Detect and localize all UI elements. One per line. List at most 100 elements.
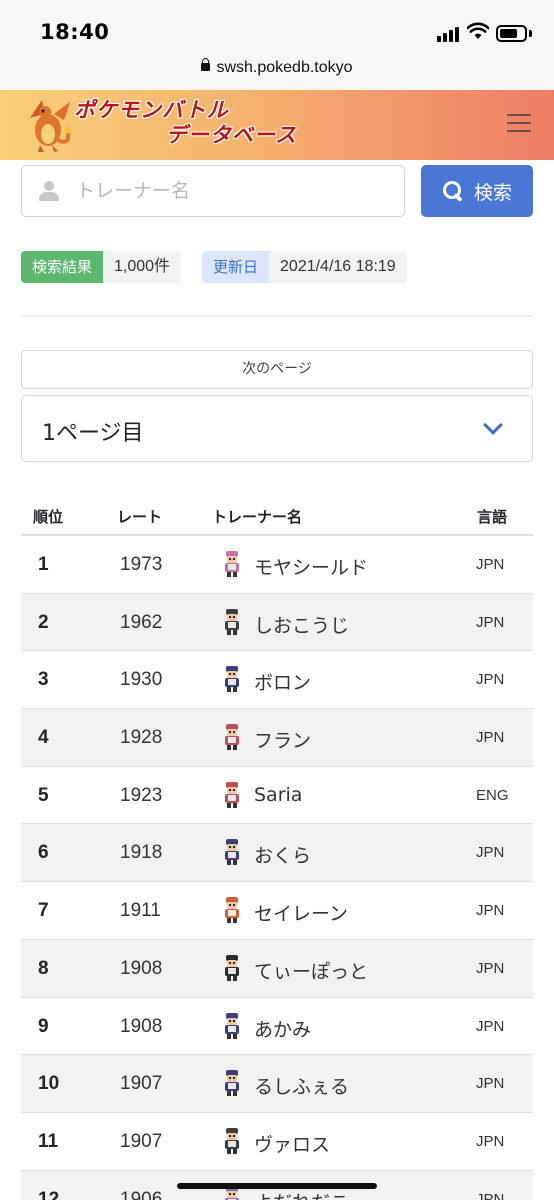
rate-cell: 1918 [120,842,163,864]
search-button[interactable]: 検索 [421,165,533,217]
rate-cell: 1911 [120,900,161,922]
trainer-name-cell[interactable]: セイレーン [254,899,348,926]
trainer-sprite-icon [225,839,239,866]
language-cell: JPN [476,729,505,747]
language-cell: JPN [476,1017,505,1035]
language-cell: JPN [476,671,505,689]
results-label: 検索結果 [21,251,104,283]
next-page-button[interactable]: 次のページ [21,350,533,389]
trainer-name-cell[interactable]: よだれだこ [254,1188,349,1200]
trainer-name-cell[interactable]: るしふぇる [254,1072,349,1099]
language-cell: JPN [476,959,505,977]
rank-cell: 2 [38,611,49,633]
trainer-sprite-icon [225,781,239,808]
rank-cell: 11 [38,1130,59,1152]
language-cell: JPN [476,844,505,862]
rank-cell: 4 [38,727,49,749]
rank-cell: 5 [38,784,49,806]
hamburger-menu-icon[interactable] [507,114,531,132]
table-row[interactable]: 1 1973 モヤシールド JPN [21,536,533,594]
trainer-sprite-icon [225,724,239,751]
table-row[interactable]: 3 1930 ボロン JPN [21,651,533,710]
lock-icon [201,58,211,73]
language-cell: JPN [476,613,505,631]
table-row[interactable]: 5 1923 Saria ENG [21,767,533,825]
language-cell: JPN [476,902,505,920]
rank-cell: 7 [38,900,49,922]
table-row[interactable]: 8 1908 てぃーぽっと JPN [21,939,533,998]
table-row[interactable]: 4 1928 フラン JPN [21,709,533,767]
table-row[interactable]: 10 1907 るしふぇる JPN [21,1055,533,1113]
user-icon [38,180,60,202]
trainer-sprite-icon [225,1127,239,1154]
site-header: ポケモンバトル データベース [0,90,554,160]
results-value: 1,000件 [103,251,182,283]
trainer-search-field[interactable] [21,165,405,217]
trainer-name-cell[interactable]: あかみ [254,1015,311,1042]
rate-cell: 1973 [120,554,163,575]
address-bar[interactable]: swsh.pokedb.tokyo [0,56,554,90]
header-rate[interactable]: レート [117,506,162,527]
trainer-name-cell[interactable]: てぃーぽっと [254,957,368,984]
search-icon [442,180,464,202]
rate-cell: 1908 [120,957,163,979]
header-language[interactable]: 言語 [477,506,507,527]
status-time: 18:40 [40,20,110,44]
url-text[interactable]: swsh.pokedb.tokyo [216,59,352,77]
trainer-sprite-icon [225,954,239,981]
table-row[interactable]: 9 1908 あかみ JPN [21,998,533,1056]
language-cell: JPN [476,1190,505,1200]
rate-cell: 1962 [120,611,163,633]
rank-cell: 10 [38,1073,60,1095]
trainer-name-cell[interactable]: Saria [254,784,302,806]
logo-line-1: ポケモンバトル [74,98,229,122]
language-cell: JPN [476,1132,505,1150]
page-select-value: 1ページ目 [42,421,144,446]
updated-date-badge: 更新日 2021/4/16 18:19 [202,251,407,283]
trainer-name-cell[interactable]: ヴァロス [254,1130,330,1157]
rate-cell: 1906 [120,1188,163,1200]
logo-line-2: データベース [166,123,297,147]
header-trainer-name[interactable]: トレーナー名 [212,506,302,527]
trainer-sprite-icon [225,1070,239,1097]
ranking-table: 順位 レート トレーナー名 言語 1 1973 モヤシールド JPN 2 1962 しおこう… [21,495,533,1200]
trainer-sprite-icon [225,1012,239,1039]
table-row[interactable]: 7 1911 セイレーン JPN [21,882,533,940]
trainer-search-input[interactable] [76,166,396,215]
trainer-name-cell[interactable]: ボロン [254,668,311,695]
page-select[interactable]: 1ページ目 [21,395,533,462]
rate-cell: 1928 [120,727,163,749]
table-row[interactable]: 6 1918 おくら JPN [21,824,533,883]
table-header: 順位 レート トレーナー名 言語 [21,495,533,536]
rank-cell: 6 [38,842,49,864]
trainer-name-cell[interactable]: モヤシールド [254,553,368,580]
updated-value: 2021/4/16 18:19 [269,251,407,283]
rate-cell: 1907 [120,1073,163,1095]
trainer-name-cell[interactable]: フラン [254,726,311,753]
charizard-logo-icon[interactable] [24,96,74,154]
site-logo[interactable]: ポケモンバトル データベース [74,98,297,148]
chevron-down-icon [483,415,503,435]
table-body: 1 1973 モヤシールド JPN 2 1962 しおこうじ JPN 3 1930 ボロン JPN 4 1… [21,536,533,1200]
trainer-sprite-icon [225,666,239,693]
rank-cell: 3 [38,669,49,691]
table-row[interactable]: 2 1962 しおこうじ JPN [21,593,533,652]
language-cell: ENG [476,786,509,804]
trainer-sprite-icon [225,551,239,577]
section-divider [21,315,533,317]
rate-cell: 1930 [120,669,163,691]
rate-cell: 1907 [120,1130,163,1152]
trainer-name-cell[interactable]: おくら [254,841,311,868]
rank-cell: 1 [38,554,49,575]
header-rank[interactable]: 順位 [33,506,63,527]
trainer-sprite-icon [225,608,239,635]
language-cell: JPN [476,1075,505,1093]
rank-cell: 8 [38,957,49,979]
table-row[interactable]: 11 1907 ヴァロス JPN [21,1113,533,1171]
trainer-name-cell[interactable]: しおこうじ [254,611,349,638]
battery-icon [496,25,527,42]
trainer-sprite-icon [225,897,239,924]
search-button-label: 検索 [473,181,512,204]
rate-cell: 1908 [120,1015,163,1037]
rank-cell: 9 [38,1015,49,1037]
